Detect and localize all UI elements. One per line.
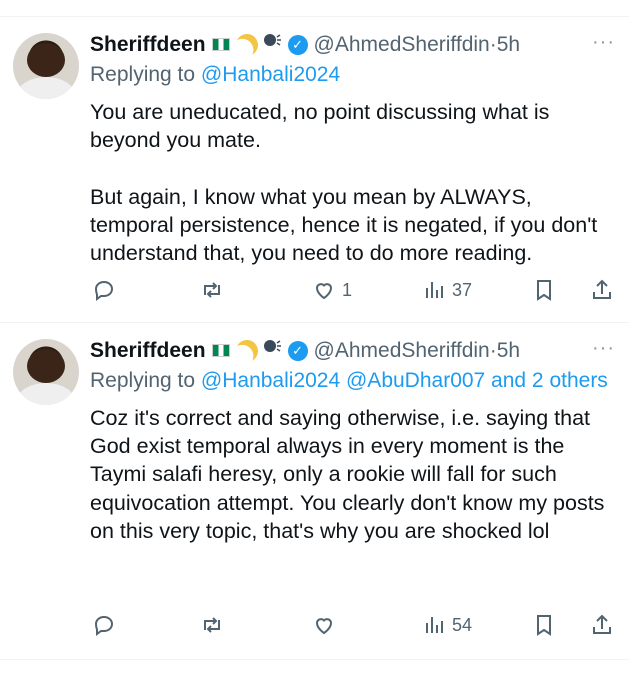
views-count: 54: [452, 614, 473, 635]
share-button[interactable]: [590, 613, 614, 637]
reply-to-link[interactable]: @Hanbali2024: [201, 63, 340, 86]
timestamp[interactable]: 5h: [497, 338, 520, 364]
more-options-icon[interactable]: ···: [592, 337, 615, 360]
reply-prefix: Replying to: [90, 63, 201, 86]
views-icon: [426, 617, 443, 633]
bookmark-icon: [537, 280, 551, 301]
bookmark-button[interactable]: [532, 278, 556, 302]
like-icon: [315, 283, 333, 300]
reply-to-link[interactable]: @Hanbali2024 @AbuDhar007 and 2 others: [201, 369, 608, 392]
share-icon: [593, 279, 611, 299]
tweet-text: Coz it's correct and saying otherwise, i…: [90, 406, 611, 543]
nigeria-flag-icon: [211, 344, 230, 357]
reply-icon: [94, 615, 114, 636]
tweet-1[interactable]: Sheriffdeen ✓ @AhmedSheriffdin · 5h ··· …: [0, 17, 629, 319]
like-button[interactable]: [312, 613, 342, 637]
display-name[interactable]: Sheriffdeen: [90, 32, 206, 58]
avatar[interactable]: [13, 33, 79, 99]
user-handle[interactable]: @AhmedSheriffdin: [314, 32, 490, 58]
more-options-icon[interactable]: ···: [592, 31, 615, 54]
reply-context: Replying to @Hanbali2024 @AbuDhar007 and…: [90, 366, 615, 396]
views-count: 37: [452, 279, 473, 300]
bookmark-button[interactable]: [532, 613, 556, 637]
speaking-head-icon: [262, 31, 282, 58]
retweet-button[interactable]: [200, 278, 230, 302]
like-icon: [315, 618, 333, 635]
retweet-button[interactable]: [200, 613, 230, 637]
views-button[interactable]: 37: [422, 278, 472, 302]
retweet-icon: [204, 282, 220, 298]
time-separator: ·: [489, 338, 497, 362]
reply-button[interactable]: [92, 613, 122, 637]
reply-prefix: Replying to: [90, 369, 201, 392]
like-count: 1: [342, 279, 353, 300]
timestamp[interactable]: 5h: [497, 32, 520, 58]
avatar[interactable]: [13, 339, 79, 405]
tweet-header: Sheriffdeen ✓ @AhmedSheriffdin · 5h: [90, 31, 615, 58]
reply-icon: [94, 280, 114, 301]
verified-badge-icon: ✓: [287, 34, 308, 55]
views-icon: [426, 282, 443, 298]
reply-button[interactable]: [92, 278, 122, 302]
like-button[interactable]: 1: [312, 278, 352, 302]
crescent-moon-icon: [232, 336, 260, 364]
share-button[interactable]: [590, 278, 614, 302]
bottom-divider: [0, 659, 629, 660]
tweet-header: Sheriffdeen ✓ @AhmedSheriffdin · 5h: [90, 337, 615, 364]
display-name[interactable]: Sheriffdeen: [90, 338, 206, 364]
reply-context: Replying to @Hanbali2024: [90, 60, 615, 90]
speaking-head-icon: [262, 337, 282, 364]
share-icon: [593, 614, 611, 634]
user-handle[interactable]: @AhmedSheriffdin: [314, 338, 490, 364]
retweet-icon: [204, 617, 220, 633]
tweet-2[interactable]: Sheriffdeen ✓ @AhmedSheriffdin · 5h ··· …: [0, 323, 629, 658]
verified-badge-icon: ✓: [287, 340, 308, 361]
time-separator: ·: [489, 32, 497, 56]
crescent-moon-icon: [232, 30, 260, 58]
bookmark-icon: [537, 615, 551, 636]
views-button[interactable]: 54: [422, 613, 472, 637]
nigeria-flag-icon: [211, 38, 230, 51]
tweet-text: You are uneducated, no point discussing …: [90, 100, 598, 266]
